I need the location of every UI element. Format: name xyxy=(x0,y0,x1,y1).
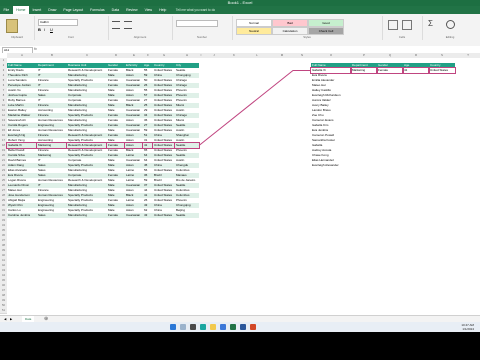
taskbar-strip: 10:47 AM 1/1/2024 xyxy=(0,322,480,332)
filter-name-cell[interactable]: Everleigh Alexander xyxy=(311,163,351,168)
ribbon-group-label: Styles xyxy=(303,35,311,39)
font-group: Calibri B I U Font xyxy=(34,16,109,40)
worksheet-grid[interactable]: A B C D E F G H I J K L M N O P Q R S T 1 2 3 4 5 6 7 8 9 10 11 12 13 14 1… xyxy=(0,53,480,315)
table-cell[interactable]: Seattle xyxy=(175,213,199,218)
editing-group: Σ Editing xyxy=(422,16,478,40)
table-cell[interactable]: 43 xyxy=(143,213,153,218)
column-header[interactable]: L xyxy=(243,53,272,58)
column-header[interactable]: Q xyxy=(377,53,404,58)
delete-cells-icon[interactable] xyxy=(402,20,412,30)
excel-window: Book1 - Excel File Home Insert Draw Page Lay… xyxy=(0,0,480,360)
word-icon[interactable] xyxy=(240,324,246,330)
excel-icon[interactable] xyxy=(230,324,236,330)
cells-group: Cells xyxy=(382,16,423,40)
underline-icon[interactable]: U xyxy=(50,27,53,32)
table-cell[interactable]: United States xyxy=(153,213,175,218)
column-header[interactable]: O xyxy=(311,53,352,58)
clipboard-group: Clipboard xyxy=(0,16,35,40)
insert-cells-icon[interactable] xyxy=(388,20,398,30)
style-calculation[interactable]: Calculation xyxy=(272,27,308,35)
tab-data[interactable]: Data xyxy=(108,6,122,14)
styles-group: Normal Bad Good Neutral Calculation Chec… xyxy=(232,16,383,40)
filter-result-cell[interactable]: United States xyxy=(428,67,456,74)
table-cell[interactable]: Manufacturing xyxy=(67,213,107,218)
find-icon[interactable] xyxy=(446,20,455,29)
ribbon-group-label: Alignment xyxy=(133,35,147,39)
column-header[interactable]: B xyxy=(37,53,68,58)
start-icon[interactable] xyxy=(170,324,176,330)
row-header[interactable]: 51 xyxy=(0,308,7,314)
filter-result-cell[interactable]: 41 xyxy=(402,67,430,74)
style-check-cell[interactable]: Check Cell xyxy=(308,27,344,35)
italic-icon[interactable]: I xyxy=(44,27,45,32)
column-header[interactable]: C xyxy=(67,53,108,58)
column-header[interactable]: K xyxy=(225,53,244,58)
table-cell[interactable]: Caucasian xyxy=(125,213,143,218)
ribbon-group-label: Font xyxy=(68,35,74,39)
column-header[interactable]: M xyxy=(271,53,294,58)
tab-view[interactable]: View xyxy=(141,6,156,14)
paste-icon[interactable] xyxy=(6,19,18,33)
function-icon[interactable]: fx xyxy=(34,47,37,51)
file-explorer-icon[interactable] xyxy=(210,324,216,330)
tab-draw[interactable]: Draw xyxy=(45,6,60,14)
tab-formulas[interactable]: Formulas xyxy=(87,6,109,14)
number-group: Number xyxy=(172,16,233,40)
column-header[interactable]: E xyxy=(125,53,144,58)
ribbon-group-label: Editing xyxy=(445,35,455,39)
tab-file[interactable]: File xyxy=(0,6,13,14)
align-left-icon[interactable] xyxy=(112,21,120,29)
column-header[interactable]: R xyxy=(403,53,430,58)
ribbon-tabs: File Home Insert Draw Page Layout Formulas Dat… xyxy=(0,6,480,14)
style-normal[interactable]: Normal xyxy=(236,19,272,27)
ribbon-group-label: Clipboard xyxy=(11,35,23,39)
store-icon[interactable] xyxy=(220,324,226,330)
tab-home[interactable]: Home xyxy=(12,6,29,14)
tab-help[interactable]: Help xyxy=(156,6,170,14)
filter-result-cell[interactable]: Marketing xyxy=(350,67,378,74)
column-header[interactable]: J xyxy=(203,53,226,58)
column-header[interactable]: T xyxy=(455,53,480,58)
column-header[interactable]: N xyxy=(293,53,312,58)
tab-page-layout[interactable]: Page Layout xyxy=(60,6,87,14)
sheet-nav-prev-icon[interactable]: ◀ xyxy=(4,317,6,321)
style-neutral[interactable]: Neutral xyxy=(236,27,272,35)
style-good[interactable]: Good xyxy=(308,19,344,27)
style-bad[interactable]: Bad xyxy=(272,19,308,27)
alignment-group: Alignment xyxy=(108,16,173,40)
column-header[interactable]: S xyxy=(429,53,456,58)
autosum-icon[interactable]: Σ xyxy=(428,19,433,28)
connector-line xyxy=(198,70,311,146)
sheet-nav-next-icon[interactable]: ▶ xyxy=(10,317,12,321)
tell-me-search[interactable]: Tell me what you want to do xyxy=(176,8,215,12)
tab-review[interactable]: Review xyxy=(123,6,141,14)
tab-insert[interactable]: Insert xyxy=(29,6,45,14)
search-icon[interactable] xyxy=(180,324,186,330)
align-center-icon[interactable] xyxy=(124,21,132,29)
column-header[interactable]: P xyxy=(351,53,378,58)
number-format-icon[interactable] xyxy=(176,20,218,27)
table-cell[interactable]: Caroline Jenkins xyxy=(7,213,37,218)
taskbar: 10:47 AM 1/1/2024 xyxy=(0,322,480,360)
task-view-icon[interactable] xyxy=(190,324,196,330)
column-header[interactable]: G xyxy=(153,53,176,58)
table-cell[interactable]: Female xyxy=(107,213,125,218)
bold-icon[interactable]: B xyxy=(38,27,41,32)
ribbon-group-label: Cells xyxy=(398,35,406,39)
edge-icon[interactable] xyxy=(200,324,206,330)
column-header[interactable]: D xyxy=(107,53,126,58)
font-name-select[interactable]: Calibri xyxy=(38,19,78,26)
table-cell[interactable]: Sales xyxy=(37,213,67,218)
clock-date: 1/1/2024 xyxy=(462,327,474,331)
column-header[interactable]: H xyxy=(175,53,200,58)
ribbon-group-label: Number xyxy=(197,35,207,39)
powerpoint-icon[interactable] xyxy=(250,324,256,330)
taskbar-clock[interactable]: 10:47 AM 1/1/2024 xyxy=(461,323,474,331)
column-header[interactable]: A xyxy=(7,53,38,58)
filter-result-cell[interactable]: Female xyxy=(376,67,404,74)
ribbon: Clipboard Calibri B I U Font Alignment N… xyxy=(0,14,480,47)
